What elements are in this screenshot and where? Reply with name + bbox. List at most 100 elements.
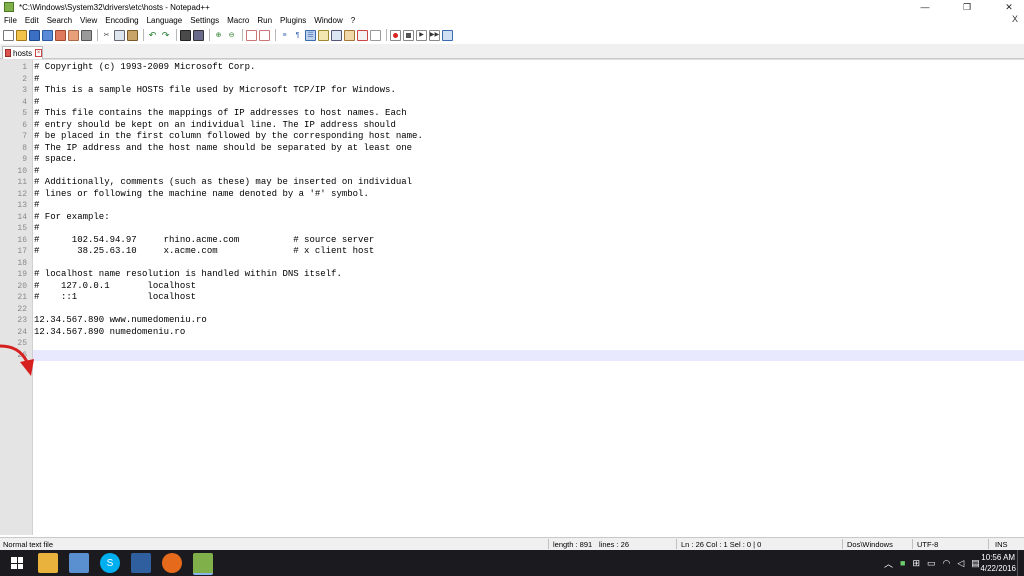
code-line[interactable]: 3 # This is a sample HOSTS file used by M… xyxy=(22,85,1024,97)
code-line[interactable]: 15 # xyxy=(17,223,1024,235)
code-line[interactable]: 4 # xyxy=(22,97,1024,109)
code-line[interactable]: 17 # 38.25.63.10 x.acme.com # x client ho… xyxy=(17,246,1024,258)
code-line[interactable]: 9 # space. xyxy=(22,154,1024,166)
tab-close-icon[interactable]: × xyxy=(35,49,42,57)
code-line[interactable]: 19 # localhost name resolution is handled… xyxy=(17,269,1024,281)
notepadpp-taskbar-icon[interactable] xyxy=(193,553,213,575)
doc-map-icon[interactable] xyxy=(331,29,342,41)
folder-workspace-icon[interactable] xyxy=(357,29,368,41)
new-file-icon[interactable] xyxy=(3,29,14,41)
file-explorer-icon[interactable] xyxy=(38,553,58,573)
code-line[interactable]: 13 # xyxy=(17,200,1024,212)
menu-view[interactable]: View xyxy=(76,16,101,25)
run-macro-multiple-icon[interactable]: ▶▶ xyxy=(429,29,440,41)
code-line[interactable]: 7 # be placed in the first column followe… xyxy=(22,131,1024,143)
code-line[interactable]: 24 12.34.567.890 numedomeniu.ro xyxy=(17,327,1024,339)
show-hidden-icons-icon[interactable]: ︿ xyxy=(884,557,893,570)
current-code-line[interactable]: 26 xyxy=(17,349,1024,361)
code-line[interactable]: 8 # The IP address and the host name shou… xyxy=(22,143,1024,155)
status-insert-mode[interactable]: INS xyxy=(995,540,1008,549)
close-all-icon[interactable] xyxy=(68,29,79,41)
menu-plugins[interactable]: Plugins xyxy=(276,16,310,25)
menu-run[interactable]: Run xyxy=(253,16,276,25)
tab-hosts[interactable]: hosts × xyxy=(2,46,43,59)
code-line[interactable]: 2 # xyxy=(22,74,1024,86)
menu-help[interactable]: ? xyxy=(347,16,359,25)
replace-icon[interactable] xyxy=(193,29,204,41)
sync-horizontal-icon[interactable] xyxy=(259,29,270,41)
action-center-icon[interactable]: ▤ xyxy=(971,558,980,569)
code-line[interactable]: 20 # 127.0.0.1 localhost xyxy=(17,281,1024,293)
show-desktop-button[interactable] xyxy=(1017,550,1024,576)
wifi-icon[interactable]: ◠ xyxy=(943,558,951,569)
line-number: 5 xyxy=(22,109,27,118)
code-line[interactable]: 1 # Copyright (c) 1993-2009 Microsoft Cor… xyxy=(22,62,1024,74)
word-wrap-icon[interactable]: ≡ xyxy=(279,30,290,41)
line-number: 17 xyxy=(17,247,27,256)
menu-language[interactable]: Language xyxy=(143,16,187,25)
code-line[interactable]: 25 xyxy=(17,338,1024,350)
editor[interactable]: 1 # Copyright (c) 1993-2009 Microsoft Cor… xyxy=(0,59,1024,535)
zoom-in-icon[interactable]: ⊕ xyxy=(213,30,224,41)
menu-macro[interactable]: Macro xyxy=(223,16,253,25)
print-icon[interactable] xyxy=(81,29,92,41)
paste-icon[interactable] xyxy=(127,29,138,41)
code-line[interactable]: 22 xyxy=(17,304,1024,316)
menu-encoding[interactable]: Encoding xyxy=(101,16,142,25)
code-line[interactable]: 11 # Additionally, comments (such as thes… xyxy=(17,177,1024,189)
code-line[interactable]: 14 # For example: xyxy=(17,212,1024,224)
monitoring-icon[interactable] xyxy=(370,29,381,41)
app-window-icon[interactable] xyxy=(131,553,151,573)
skype-icon[interactable]: S xyxy=(100,553,120,573)
open-file-icon[interactable] xyxy=(16,29,27,41)
zoom-out-icon[interactable]: ⊖ xyxy=(226,30,237,41)
play-macro-icon[interactable]: ▶ xyxy=(416,29,427,41)
code-line[interactable]: 6 # entry should be kept on an individual… xyxy=(22,120,1024,132)
tray-app-icon[interactable]: ■ xyxy=(900,558,905,568)
battery-icon[interactable]: ▭ xyxy=(927,558,936,569)
firefox-icon[interactable] xyxy=(162,553,182,573)
sync-vertical-icon[interactable] xyxy=(246,29,257,41)
volume-icon[interactable]: ◁ xyxy=(957,558,964,569)
status-eol[interactable]: Dos\Windows xyxy=(847,540,893,549)
copy-icon[interactable] xyxy=(114,29,125,41)
function-list-icon[interactable] xyxy=(344,29,355,41)
code-line[interactable]: 16 # 102.54.94.97 rhino.acme.com # source… xyxy=(17,235,1024,247)
minimize-button[interactable]: — xyxy=(910,0,940,14)
show-all-chars-icon[interactable]: ¶ xyxy=(292,30,303,41)
record-macro-icon[interactable] xyxy=(390,29,401,41)
save-macro-icon[interactable] xyxy=(442,29,453,41)
menu-file[interactable]: File xyxy=(0,16,21,25)
status-encoding[interactable]: UTF-8 xyxy=(917,540,938,549)
close-window-button[interactable]: ✕ xyxy=(994,0,1024,14)
menu-edit[interactable]: Edit xyxy=(21,16,43,25)
stop-macro-icon[interactable] xyxy=(403,29,414,41)
window-title: *C:\Windows\System32\drivers\etc\hosts -… xyxy=(19,2,210,12)
indent-guide-icon[interactable]: ☰ xyxy=(305,29,316,41)
code-line[interactable]: 12 # lines or following the machine name … xyxy=(17,189,1024,201)
save-icon[interactable] xyxy=(29,29,40,41)
text-area[interactable]: 1 # Copyright (c) 1993-2009 Microsoft Cor… xyxy=(17,60,1024,535)
code-line[interactable]: 10 # xyxy=(17,166,1024,178)
code-line[interactable]: 23 12.34.567.890 www.numedomeniu.ro xyxy=(17,315,1024,327)
start-button[interactable] xyxy=(0,550,34,576)
save-all-icon[interactable] xyxy=(42,29,53,41)
menu-window[interactable]: Window xyxy=(310,16,346,25)
close-file-icon[interactable] xyxy=(55,29,66,41)
undo-icon[interactable]: ↶ xyxy=(147,30,158,41)
menu-settings[interactable]: Settings xyxy=(186,16,223,25)
clock[interactable]: 10:56 AM 4/22/2016 xyxy=(980,552,1016,574)
line-number: 22 xyxy=(17,304,27,314)
cut-icon[interactable]: ✂ xyxy=(101,30,112,41)
maximize-button[interactable]: ❐ xyxy=(952,0,982,14)
code-line[interactable]: 5 # This file contains the mappings of IP… xyxy=(22,108,1024,120)
redo-icon[interactable]: ↷ xyxy=(160,30,171,41)
find-icon[interactable] xyxy=(180,29,191,41)
language-icon[interactable] xyxy=(318,29,329,41)
code-line[interactable]: 21 # ::1 localhost xyxy=(17,292,1024,304)
close-document-button[interactable]: X xyxy=(1012,14,1018,24)
people-app-icon[interactable] xyxy=(69,553,89,573)
menu-search[interactable]: Search xyxy=(43,16,76,25)
tray-network-status-icon[interactable]: ⊞ xyxy=(912,558,920,569)
code-line[interactable]: 18 xyxy=(17,258,1024,270)
